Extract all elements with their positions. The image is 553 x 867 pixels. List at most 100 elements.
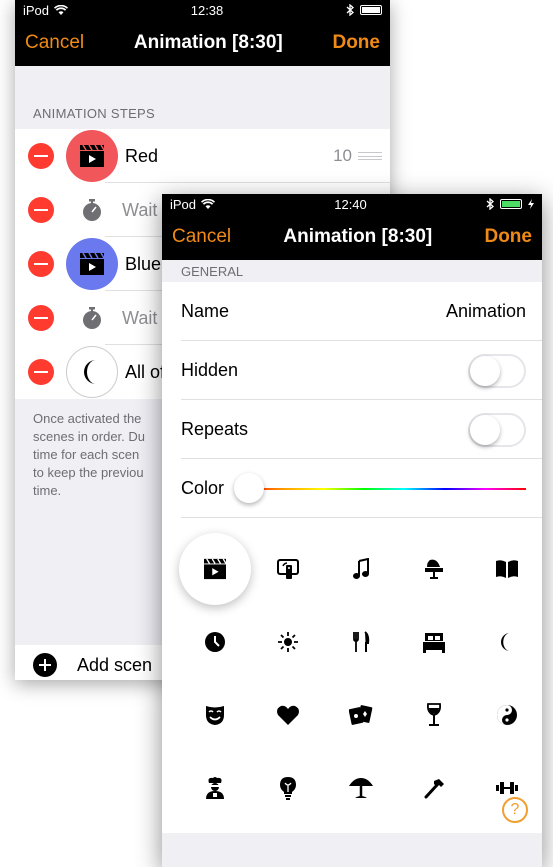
clock-icon	[204, 632, 225, 652]
add-scene-label: Add scen	[77, 654, 153, 675]
moon-icon	[84, 360, 96, 384]
step-row[interactable]: Red 10	[15, 129, 390, 183]
icon-option-theater[interactable]	[178, 678, 251, 752]
scene-icon	[66, 346, 118, 398]
add-icon	[33, 653, 57, 677]
scene-icon	[66, 130, 118, 182]
clapperboard-icon	[80, 252, 105, 275]
bed-icon	[422, 633, 445, 653]
help-button[interactable]: ?	[502, 797, 528, 823]
status-bar: iPod 12:40	[162, 194, 542, 214]
wifi-icon	[201, 198, 216, 209]
reorder-handle[interactable]	[358, 152, 382, 160]
lightbulb-icon	[279, 777, 296, 800]
icon-option-cook[interactable]	[178, 751, 251, 825]
hidden-label: Hidden	[181, 360, 239, 380]
delete-button[interactable]	[28, 305, 54, 331]
scene-icon	[66, 238, 118, 290]
section-header: ANIMATION STEPS	[33, 106, 155, 121]
clock-time: 12:38	[190, 2, 224, 18]
icon-option-wine[interactable]	[397, 678, 470, 752]
icon-option-book[interactable]	[470, 532, 542, 606]
step-label: Wait	[122, 307, 158, 328]
heart-icon	[276, 705, 299, 725]
done-button[interactable]: Done	[484, 226, 532, 248]
nav-bar: Cancel Animation [8:30] Done	[15, 20, 390, 66]
delete-button[interactable]	[28, 197, 54, 223]
cancel-button[interactable]: Cancel	[25, 32, 84, 54]
color-label: Color	[181, 478, 225, 498]
icon-option-fork-knife[interactable]	[324, 605, 397, 679]
step-label: Red	[125, 145, 159, 166]
name-value[interactable]: Animation	[446, 301, 526, 322]
icon-option-music[interactable]	[324, 532, 397, 606]
icon-option-lamp[interactable]	[324, 751, 397, 825]
wifi-icon	[54, 4, 69, 15]
nav-title: Animation [8:30]	[133, 32, 283, 53]
delete-button[interactable]	[28, 359, 54, 385]
bluetooth-icon	[346, 4, 354, 16]
hidden-toggle[interactable]	[468, 353, 526, 388]
playing-cards-icon	[348, 705, 372, 725]
step-label: Wait	[122, 199, 158, 220]
step-label: All of	[125, 361, 166, 382]
stopwatch-icon	[83, 307, 101, 329]
hidden-row: Hidden	[162, 341, 542, 400]
repeats-toggle[interactable]	[468, 412, 526, 447]
clapperboard-icon	[80, 144, 105, 167]
hammer-icon	[424, 779, 444, 799]
delete-button[interactable]	[28, 251, 54, 277]
scene-icon	[77, 195, 107, 225]
status-bar: iPod 12:38	[15, 0, 390, 20]
music-note-icon	[352, 558, 369, 579]
iron-icon	[424, 559, 443, 579]
icon-option-remote[interactable]	[251, 532, 324, 606]
icon-option-hammer[interactable]	[397, 751, 470, 825]
icon-option-heart[interactable]	[251, 678, 324, 752]
icon-option-moon[interactable]	[470, 605, 542, 679]
icon-option-clock[interactable]	[178, 605, 251, 679]
battery-icon	[499, 199, 522, 209]
section-header: GENERAL	[162, 260, 542, 282]
dumbbell-icon	[495, 782, 518, 794]
icon-option-clapperboard[interactable]	[178, 532, 251, 606]
icon-option-sun[interactable]	[251, 605, 324, 679]
name-row[interactable]: Name Animation	[162, 282, 542, 341]
lamp-icon	[348, 778, 373, 798]
icon-option-cards[interactable]	[324, 678, 397, 752]
icon-option-lightbulb[interactable]	[251, 751, 324, 825]
step-label: Blue	[125, 253, 162, 274]
color-slider[interactable]	[234, 472, 526, 503]
step-duration: 10	[333, 146, 352, 165]
bluetooth-icon	[486, 198, 494, 210]
charging-icon	[527, 199, 534, 209]
book-icon	[495, 560, 518, 578]
wine-glass-icon	[426, 703, 441, 726]
name-label: Name	[181, 301, 230, 321]
repeats-row: Repeats	[162, 400, 542, 459]
battery-icon	[359, 5, 382, 15]
icon-option-bed[interactable]	[397, 605, 470, 679]
icon-picker-grid: ?	[162, 518, 542, 833]
cancel-button[interactable]: Cancel	[172, 226, 231, 248]
scene-icon	[77, 303, 107, 333]
front-screen: iPod 12:40 Cancel Animation [8:30] Done …	[162, 194, 542, 867]
delete-button[interactable]	[28, 143, 54, 169]
color-slider-knob[interactable]	[234, 472, 265, 503]
nav-bar: Cancel Animation [8:30] Done	[162, 214, 542, 260]
icon-option-iron[interactable]	[397, 532, 470, 606]
moon-icon	[500, 633, 510, 651]
cook-icon	[205, 777, 224, 799]
carrier-label: iPod	[23, 2, 50, 18]
yin-yang-icon	[496, 705, 517, 725]
nav-title: Animation [8:30]	[283, 226, 433, 247]
carrier-label: iPod	[170, 196, 197, 212]
clapperboard-icon	[203, 558, 227, 580]
fork-knife-icon	[352, 631, 369, 652]
color-row: Color	[162, 459, 542, 518]
remote-icon	[276, 559, 299, 579]
clock-time: 12:40	[334, 196, 367, 212]
repeats-label: Repeats	[181, 419, 249, 439]
done-button[interactable]: Done	[332, 32, 380, 54]
icon-option-yin-yang[interactable]	[470, 678, 542, 752]
